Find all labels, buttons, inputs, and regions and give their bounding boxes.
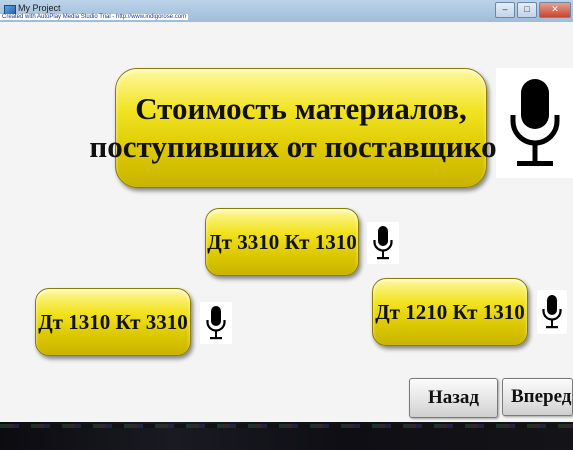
microphone-icon[interactable] [200, 302, 232, 344]
close-button[interactable]: ✕ [539, 2, 571, 18]
microphone-icon[interactable] [537, 290, 567, 334]
credit-link[interactable]: Created with AutoPlay Media Studio Trial… [0, 14, 189, 20]
microphone-icon[interactable] [496, 68, 573, 178]
window-titlebar: My Project Created with AutoPlay Media S… [0, 0, 573, 23]
window-controls: – □ ✕ [495, 2, 571, 18]
entry-button-dt3310-kt1310[interactable]: Дт 3310 Кт 1310 [205, 208, 359, 276]
slide-content: Стоимость материалов, поступивших от пос… [0, 22, 573, 422]
entry-button-dt1310-kt3310[interactable]: Дт 1310 Кт 3310 [35, 288, 191, 356]
title-banner[interactable]: Стоимость материалов, поступивших от пос… [89, 68, 513, 188]
maximize-button[interactable]: □ [517, 2, 537, 18]
title-line-1: Стоимость материалов, [135, 91, 467, 126]
title-line-2: поступивших от поставщиков [89, 129, 513, 164]
next-button[interactable]: Вперед [502, 378, 573, 416]
entry-button-dt1210-kt1310[interactable]: Дт 1210 Кт 1310 [372, 278, 528, 346]
bottom-strip [0, 422, 573, 450]
microphone-icon[interactable] [367, 222, 399, 264]
minimize-button[interactable]: – [495, 2, 515, 18]
back-button[interactable]: Назад [409, 378, 498, 418]
window-title: My Project [18, 3, 61, 13]
